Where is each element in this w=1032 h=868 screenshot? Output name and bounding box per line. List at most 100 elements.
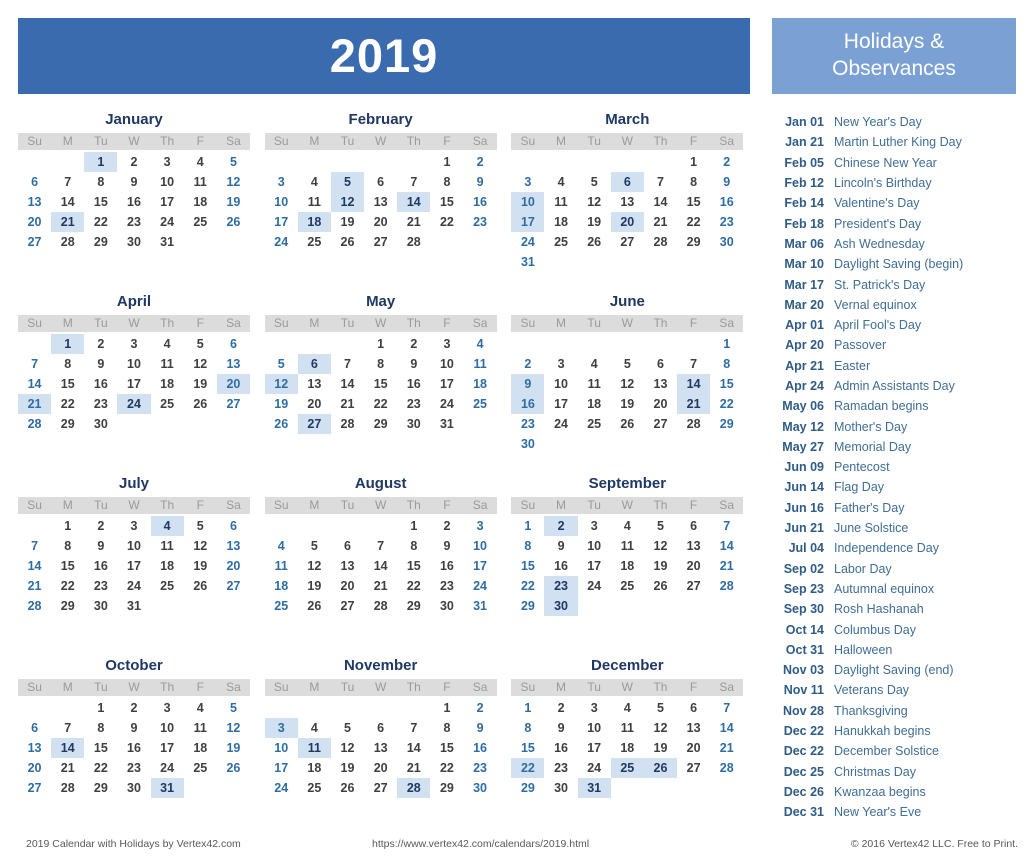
day-cell[interactable]: 13	[217, 354, 250, 374]
day-cell[interactable]: 3	[117, 334, 150, 354]
day-cell[interactable]: 9	[117, 172, 150, 192]
day-cell[interactable]: 25	[298, 778, 331, 798]
day-cell[interactable]: 9	[430, 536, 463, 556]
day-cell[interactable]: 1	[364, 334, 397, 354]
day-cell[interactable]: 2	[710, 152, 743, 172]
day-cell[interactable]: 26	[644, 576, 677, 596]
day-cell[interactable]: 2	[117, 152, 150, 172]
day-cell[interactable]: 24	[265, 232, 298, 252]
day-cell[interactable]: 12	[330, 192, 365, 212]
day-cell[interactable]: 29	[51, 414, 84, 434]
day-cell[interactable]: 22	[710, 394, 743, 414]
day-cell[interactable]: 19	[644, 738, 677, 758]
day-cell[interactable]: 16	[511, 394, 545, 414]
day-cell[interactable]: 5	[265, 354, 298, 374]
day-cell[interactable]: 18	[265, 576, 298, 596]
day-cell[interactable]: 27	[611, 232, 644, 252]
day-cell[interactable]: 24	[430, 394, 463, 414]
day-cell[interactable]: 1	[51, 334, 85, 354]
day-cell[interactable]: 23	[710, 212, 743, 232]
day-cell[interactable]: 5	[611, 354, 644, 374]
day-cell[interactable]: 28	[397, 778, 431, 798]
day-cell[interactable]: 29	[51, 596, 84, 616]
day-cell[interactable]: 15	[430, 192, 463, 212]
day-cell[interactable]: 6	[364, 718, 397, 738]
day-cell[interactable]: 24	[151, 758, 184, 778]
day-cell[interactable]: 4	[464, 334, 497, 354]
day-cell[interactable]: 12	[184, 536, 217, 556]
day-cell[interactable]: 3	[264, 718, 298, 738]
day-cell[interactable]: 25	[611, 576, 644, 596]
day-cell[interactable]: 20	[644, 394, 677, 414]
day-cell[interactable]: 30	[511, 434, 544, 454]
day-cell[interactable]: 10	[430, 354, 463, 374]
day-cell[interactable]: 10	[544, 374, 577, 394]
day-cell[interactable]: 29	[84, 778, 117, 798]
day-cell[interactable]: 26	[265, 414, 298, 434]
day-cell[interactable]: 30	[117, 232, 150, 252]
day-cell[interactable]: 13	[364, 738, 397, 758]
day-cell[interactable]: 6	[677, 516, 710, 536]
day-cell[interactable]: 26	[331, 232, 364, 252]
day-cell[interactable]: 15	[51, 374, 84, 394]
day-cell[interactable]: 25	[298, 232, 331, 252]
day-cell[interactable]: 27	[217, 576, 250, 596]
day-cell[interactable]: 2	[84, 516, 117, 536]
day-cell[interactable]: 12	[611, 374, 644, 394]
day-cell[interactable]: 30	[430, 596, 463, 616]
day-cell[interactable]: 21	[18, 576, 51, 596]
day-cell[interactable]: 9	[710, 172, 743, 192]
day-cell[interactable]: 27	[331, 596, 364, 616]
day-cell[interactable]: 16	[84, 374, 117, 394]
day-cell[interactable]: 10	[265, 738, 298, 758]
day-cell[interactable]: 16	[544, 738, 577, 758]
day-cell[interactable]: 31	[511, 252, 544, 272]
day-cell[interactable]: 18	[297, 212, 331, 232]
day-cell[interactable]: 29	[364, 414, 397, 434]
day-cell[interactable]: 25	[544, 232, 577, 252]
day-cell[interactable]: 15	[511, 738, 544, 758]
day-cell[interactable]: 11	[298, 192, 331, 212]
day-cell[interactable]: 14	[397, 192, 431, 212]
day-cell[interactable]: 2	[511, 354, 544, 374]
day-cell[interactable]: 8	[84, 718, 117, 738]
day-cell[interactable]: 18	[464, 374, 497, 394]
day-cell[interactable]: 29	[511, 778, 544, 798]
day-cell[interactable]: 11	[151, 354, 184, 374]
day-cell[interactable]: 14	[51, 192, 84, 212]
day-cell[interactable]: 24	[265, 778, 298, 798]
day-cell[interactable]: 18	[578, 394, 611, 414]
day-cell[interactable]: 30	[544, 596, 578, 616]
day-cell[interactable]: 13	[18, 738, 51, 758]
day-cell[interactable]: 5	[330, 172, 365, 192]
day-cell[interactable]: 20	[18, 758, 51, 778]
day-cell[interactable]: 21	[331, 394, 364, 414]
day-cell[interactable]: 7	[331, 354, 364, 374]
day-cell[interactable]: 2	[397, 334, 430, 354]
day-cell[interactable]: 23	[84, 394, 117, 414]
day-cell[interactable]: 5	[331, 718, 364, 738]
day-cell[interactable]: 28	[331, 414, 364, 434]
day-cell[interactable]: 9	[511, 374, 545, 394]
day-cell[interactable]: 29	[710, 414, 743, 434]
day-cell[interactable]: 28	[710, 758, 743, 778]
day-cell[interactable]: 25	[610, 758, 644, 778]
day-cell[interactable]: 18	[611, 738, 644, 758]
day-cell[interactable]: 30	[84, 596, 117, 616]
day-cell[interactable]: 23	[117, 212, 150, 232]
day-cell[interactable]: 17	[544, 394, 577, 414]
day-cell[interactable]: 6	[18, 718, 51, 738]
day-cell[interactable]: 31	[151, 232, 184, 252]
day-cell[interactable]: 9	[464, 172, 497, 192]
day-cell[interactable]: 22	[677, 212, 710, 232]
day-cell[interactable]: 13	[611, 192, 644, 212]
day-cell[interactable]: 26	[217, 212, 250, 232]
day-cell[interactable]: 16	[117, 738, 150, 758]
day-cell[interactable]: 15	[364, 374, 397, 394]
day-cell[interactable]: 31	[464, 596, 497, 616]
day-cell[interactable]: 24	[151, 212, 184, 232]
day-cell[interactable]: 25	[265, 596, 298, 616]
day-cell[interactable]: 29	[84, 232, 117, 252]
day-cell[interactable]: 19	[331, 212, 364, 232]
day-cell[interactable]: 31	[150, 778, 184, 798]
